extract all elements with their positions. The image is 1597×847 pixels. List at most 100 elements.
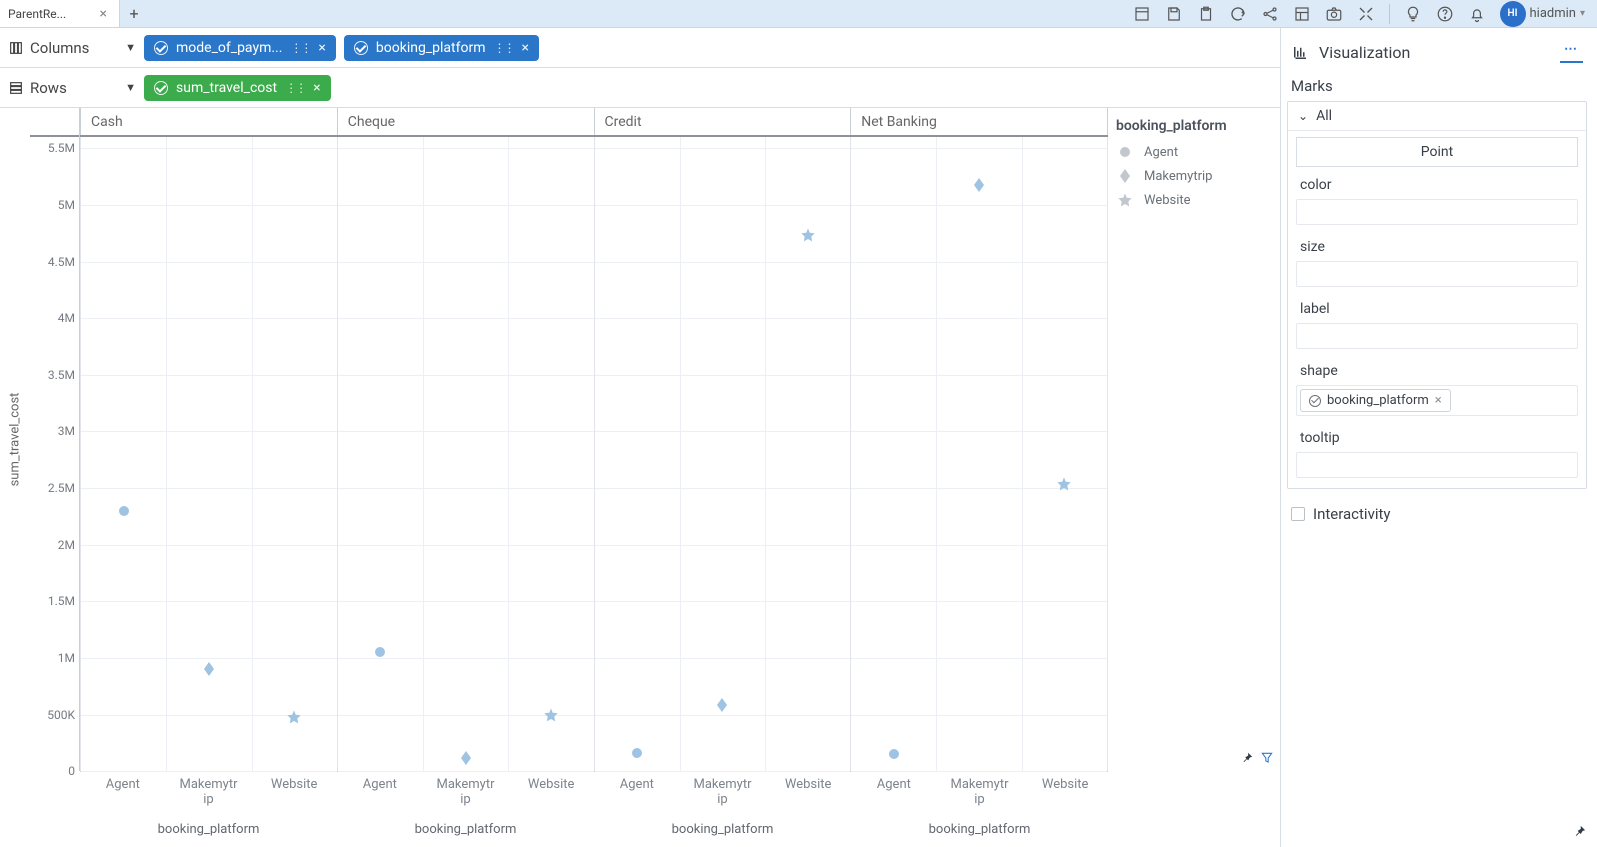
data-point[interactable] <box>715 698 729 716</box>
expand-icon[interactable] <box>1357 5 1375 23</box>
x-tick: Website <box>251 778 337 808</box>
report-tab[interactable]: ParentRe... × <box>0 0 120 27</box>
data-point[interactable] <box>972 178 986 196</box>
x-axis-group: AgentMakemytripWebsitebooking_platform <box>337 772 594 847</box>
remove-icon[interactable]: × <box>318 40 325 56</box>
user-menu[interactable]: HI hiadmin ▾ <box>1500 1 1586 27</box>
data-point[interactable] <box>202 662 216 680</box>
prop-shape-well[interactable]: booking_platform × <box>1296 385 1578 416</box>
x-tick: Agent <box>337 778 423 808</box>
x-tick: Agent <box>80 778 166 808</box>
data-point[interactable] <box>631 747 643 763</box>
help-icon[interactable] <box>1436 5 1454 23</box>
lightbulb-icon[interactable] <box>1404 5 1422 23</box>
panel-pin-icon[interactable] <box>1572 824 1587 839</box>
prop-color-label: color <box>1296 173 1578 197</box>
marks-accordion: ⌄ All Point color size label shape booki… <box>1287 101 1587 489</box>
data-point[interactable] <box>374 646 386 662</box>
x-axis-label: booking_platform <box>158 822 260 837</box>
prop-size-well[interactable] <box>1296 261 1578 287</box>
facet-header: Cash <box>80 108 338 135</box>
remove-icon[interactable]: × <box>521 40 528 56</box>
y-tick: 5M <box>58 198 75 212</box>
x-axis-label: booking_platform <box>672 822 774 837</box>
shape-chip[interactable]: booking_platform × <box>1300 389 1451 412</box>
legend-item[interactable]: Agent <box>1116 140 1272 164</box>
share-icon[interactable] <box>1261 5 1279 23</box>
undo-icon[interactable] <box>1229 5 1247 23</box>
prop-color-well[interactable] <box>1296 199 1578 225</box>
rows-shelf-label: Rows ▼ <box>8 79 136 97</box>
prop-label-well[interactable] <box>1296 323 1578 349</box>
panel-menu-icon[interactable]: ⋯ <box>1560 42 1583 63</box>
x-tick: Agent <box>851 778 937 808</box>
legend-item[interactable]: Website <box>1116 188 1272 212</box>
facet-header: Credit <box>595 108 852 135</box>
toolbar-icon-1[interactable] <box>1133 5 1151 23</box>
field-pill[interactable]: mode_of_paym... ⋮⋮ × <box>144 35 336 61</box>
facet-header-row: CashChequeCreditNet Banking <box>80 108 1108 137</box>
drag-handle-icon[interactable]: ⋮⋮ <box>290 41 310 55</box>
legend-item[interactable]: Makemytrip <box>1116 164 1272 188</box>
x-axis-group: AgentMakemytripWebsitebooking_platform <box>851 772 1108 847</box>
pin-icon[interactable] <box>1240 751 1254 765</box>
prop-tooltip-label: tooltip <box>1296 426 1578 450</box>
x-axis-group: AgentMakemytripWebsitebooking_platform <box>80 772 337 847</box>
user-avatar: HI <box>1500 1 1526 27</box>
y-tick: 2M <box>58 538 75 552</box>
save-icon[interactable] <box>1165 5 1183 23</box>
drag-handle-icon[interactable]: ⋮⋮ <box>493 41 513 55</box>
rows-dropdown-icon[interactable]: ▼ <box>125 81 136 94</box>
field-pill[interactable]: sum_travel_cost⋮⋮× <box>144 75 331 101</box>
template-icon[interactable] <box>1293 5 1311 23</box>
data-point[interactable] <box>800 227 816 247</box>
check-icon <box>154 81 168 95</box>
clipboard-icon[interactable] <box>1197 5 1215 23</box>
field-pill[interactable]: booking_platform⋮⋮× <box>344 35 539 61</box>
camera-icon[interactable] <box>1325 5 1343 23</box>
check-icon <box>354 41 368 55</box>
facet-column <box>80 137 338 771</box>
columns-shelf[interactable]: Columns ▼ mode_of_paym...⋮⋮×booking_plat… <box>0 28 1280 68</box>
add-tab-button[interactable]: + <box>120 0 148 27</box>
data-point[interactable] <box>543 707 559 727</box>
visualization-panel: Visualization ⋯ Marks ⌄ All Point color … <box>1281 28 1597 847</box>
prop-size-label: size <box>1296 235 1578 259</box>
legend-title: booking_platform <box>1116 118 1272 134</box>
mark-type-select[interactable]: Point <box>1296 137 1578 167</box>
remove-icon[interactable]: × <box>313 80 320 96</box>
legend: booking_platform Agent Makemytrip Website <box>1108 108 1280 771</box>
facet-header: Cheque <box>338 108 595 135</box>
legend-label: Agent <box>1144 145 1178 160</box>
columns-dropdown-icon[interactable]: ▼ <box>125 41 136 54</box>
data-point[interactable] <box>1056 476 1072 496</box>
y-tick: 4.5M <box>48 255 75 269</box>
marks-all-label: All <box>1316 108 1332 124</box>
prop-tooltip-well[interactable] <box>1296 452 1578 478</box>
remove-chip-icon[interactable]: × <box>1435 393 1442 408</box>
filter-pin-icon[interactable] <box>1260 751 1274 765</box>
data-point[interactable] <box>888 748 900 764</box>
columns-icon <box>8 40 24 56</box>
y-tick: 3.5M <box>48 368 75 382</box>
drag-handle-icon[interactable]: ⋮⋮ <box>285 81 305 95</box>
rows-shelf[interactable]: Rows ▼ sum_travel_cost⋮⋮× <box>0 68 1280 108</box>
facet-column <box>595 137 852 771</box>
legend-label: Website <box>1144 193 1191 208</box>
pill-label: mode_of_paym... <box>176 40 282 56</box>
interactivity-row[interactable]: Interactivity <box>1287 497 1587 531</box>
data-point[interactable] <box>286 709 302 729</box>
facet-body <box>80 137 1108 771</box>
x-tick: Agent <box>594 778 680 808</box>
y-tick: 5.5M <box>48 141 75 155</box>
data-point[interactable] <box>459 751 473 769</box>
marks-all-header[interactable]: ⌄ All <box>1288 102 1586 131</box>
visualization-title: Visualization <box>1319 43 1410 62</box>
y-tick: 0 <box>68 764 75 778</box>
interactivity-checkbox[interactable] <box>1291 507 1305 521</box>
shape-chip-label: booking_platform <box>1327 393 1429 408</box>
bell-icon[interactable] <box>1468 5 1486 23</box>
data-point[interactable] <box>118 505 130 521</box>
legend-marker <box>1116 143 1134 161</box>
close-tab-icon[interactable]: × <box>96 6 111 22</box>
